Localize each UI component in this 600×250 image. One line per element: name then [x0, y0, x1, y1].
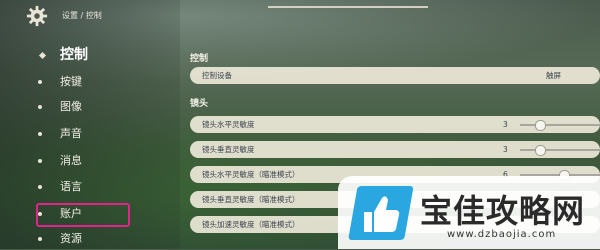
bullet-dot — [38, 185, 42, 189]
slider-track[interactable] — [520, 148, 600, 151]
breadcrumb: 设置 / 控制 — [62, 11, 102, 20]
setting-row: 镜头垂直灵敏度 3 — [190, 141, 600, 158]
sidebar-item-keybinds[interactable]: 按键 — [38, 74, 82, 90]
section-title-control: 控制 — [190, 54, 209, 64]
highlight-box — [36, 203, 130, 227]
bullet-dot — [38, 105, 42, 109]
header: 设置 / 控制 — [0, 0, 600, 34]
slider-knob[interactable] — [535, 145, 546, 156]
sidebar-item-label: 声音 — [60, 127, 82, 140]
row-label: 控制设备 — [202, 71, 232, 80]
sidebar-item-resources[interactable]: 资源 — [38, 231, 82, 247]
sidebar-item-control[interactable]: 控制 — [38, 47, 88, 63]
gear-icon[interactable] — [26, 5, 48, 27]
thumbs-up-icon — [348, 186, 414, 240]
row-label: 镜头水平灵敏度（瞄准模式） — [202, 170, 300, 179]
slider-knob[interactable] — [535, 120, 546, 131]
bullet-dot — [38, 80, 42, 84]
sidebar-item-label: 资源 — [60, 232, 82, 245]
sidebar-item-label: 控制 — [60, 47, 88, 63]
setting-row: 镜头水平灵敏度 3 — [190, 116, 600, 133]
section-title-camera: 镜头 — [190, 99, 209, 109]
sidebar-item-label: 语言 — [60, 180, 82, 193]
bullet-dot — [38, 237, 42, 241]
row-value: 3 — [503, 120, 508, 129]
bullet-dot — [38, 132, 42, 136]
row-label: 镜头垂直灵敏度 — [202, 145, 255, 154]
bullet-dot — [38, 159, 42, 163]
sidebar-item-label: 消息 — [60, 154, 82, 167]
row-label: 镜头加速灵敏度（瞄准模式） — [202, 220, 300, 229]
watermark-url: www.dzbaojia.com — [447, 229, 557, 240]
sidebar-item-label: 图像 — [60, 100, 82, 113]
sidebar-item-audio[interactable]: 声音 — [38, 126, 82, 142]
sidebar-item-language[interactable]: 语言 — [38, 179, 82, 195]
control-device-row[interactable]: 控制设备 触屏 — [190, 67, 600, 84]
row-value: 3 — [503, 145, 508, 154]
row-label: 镜头垂直灵敏度（瞄准模式） — [202, 195, 300, 204]
header-divider — [268, 6, 428, 8]
sidebar-item-label: 按键 — [60, 75, 82, 88]
control-device-value: 触屏 — [546, 71, 561, 80]
row-label: 镜头水平灵敏度 — [202, 120, 255, 129]
sidebar-item-graphics[interactable]: 图像 — [38, 99, 82, 115]
sidebar-item-messages[interactable]: 消息 — [38, 153, 82, 169]
watermark-title: 宝佳攻略网 — [420, 192, 586, 230]
slider-track[interactable] — [520, 123, 600, 126]
